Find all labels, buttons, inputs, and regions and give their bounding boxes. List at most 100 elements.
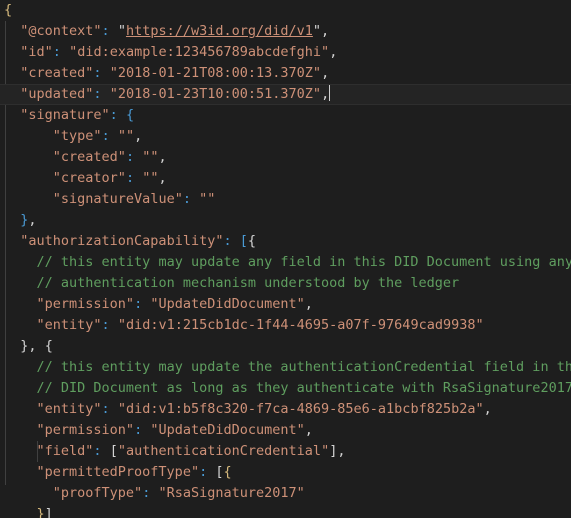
comment-authcap-0-line-2: // authentication mechanism understood b… [36,275,460,291]
key-signature: "signature" [20,107,110,123]
key-context: "@context" [20,23,102,39]
brace-open-authcap-1: { [44,338,53,354]
value-signature-creator: "" [142,170,159,186]
value-permission-1-text: UpdateDidDocument [158,422,297,438]
value-entity-1-text: did:v1:b5f8c320-f7ca-4869-85e6-a1bcbf825… [125,401,476,417]
value-updated-text: 2018-01-23T10:00:51.370Z [117,86,313,102]
key-signature-value: "signatureValue" [52,191,183,207]
brace-open-proof: { [223,464,232,480]
code-lines[interactable]: { "@context": "https://w3id.org/did/v1",… [0,0,571,518]
colon: : [101,128,110,144]
code-editor[interactable]: { "@context": "https://w3id.org/did/v1",… [0,0,571,518]
colon: : [199,464,208,480]
value-created: "2018-01-21T08:00:13.370Z" [109,65,322,81]
bracket-close-proof: ] [44,506,53,518]
comment-text: authentication mechanism understood by t… [60,275,460,291]
text-cursor [329,85,331,101]
code-line-19[interactable]: // DID Document as long as they authenti… [0,378,571,399]
value-signature-value: "" [199,191,216,207]
key-entity-0: "entity" [36,317,102,333]
comma: , [304,296,313,312]
value-id: "did:example:123456789abcdefghi" [69,44,330,60]
comma: , [321,86,330,102]
code-line-23[interactable]: "permittedProofType": [{ [0,462,571,483]
value-entity-0-text: did:v1:215cb1dc-1f44-4695-a07f-97649cad9… [125,317,476,333]
value-field-1-text: authenticationCredential [125,443,322,459]
value-field-1: "authenticationCredential" [117,443,330,459]
colon: : [142,485,151,501]
comment-text: this entity may update any field in this… [60,254,571,270]
code-line-2[interactable]: "@context": "https://w3id.org/did/v1", [0,21,571,42]
code-line-3[interactable]: "id": "did:example:123456789abcdefghi", [0,42,571,63]
key-created: "created" [20,65,94,81]
value-proof-type: "RsaSignature2017" [158,485,305,501]
comma: , [337,443,346,459]
key-permission-1: "permission" [36,422,135,438]
comma: , [134,128,143,144]
value-proof-type-text: RsaSignature2017 [166,485,297,501]
code-line-22[interactable]: "field": ["authenticationCredential"], [0,441,571,462]
code-line-4[interactable]: "created": "2018-01-21T08:00:13.370Z", [0,63,571,84]
code-line-1[interactable]: { [0,0,571,21]
key-signature-creator: "creator" [52,170,126,186]
quote: " [312,23,322,39]
key-proof-type: "proofType" [52,485,143,501]
key-signature-type: "type" [52,128,102,144]
comment-authcap-0-line-1: // this entity may update any field in t… [36,254,571,270]
value-updated: "2018-01-23T10:00:51.370Z" [109,86,322,102]
comma: , [321,65,330,81]
comment-text: DID Document as long as they authenticat… [60,380,571,396]
code-line-21[interactable]: "permission": "UpdateDidDocument", [0,420,571,441]
comma: , [158,170,167,186]
comma: , [28,338,37,354]
comma: , [483,401,492,417]
key-updated: "updated" [20,86,94,102]
key-permitted-proof-type: "permittedProofType" [36,464,200,480]
comment-authcap-1-line-2: // DID Document as long as they authenti… [36,380,571,396]
code-line-20[interactable]: "entity": "did:v1:b5f8c320-f7ca-4869-85e… [0,399,571,420]
code-line-25[interactable]: }] [0,504,571,518]
code-line-5-current[interactable]: "updated": "2018-01-23T10:00:51.370Z", [0,84,571,105]
value-entity-0: "did:v1:215cb1dc-1f44-4695-a07f-97649cad… [117,317,484,333]
code-line-14[interactable]: // authentication mechanism understood b… [0,273,571,294]
key-permission-0: "permission" [36,296,135,312]
key-authorization-capability: "authorizationCapability" [20,233,224,249]
colon: : [93,86,102,102]
colon: : [223,233,232,249]
context-url-link[interactable]: https://w3id.org/did/v1 [126,23,313,39]
value-signature-created: "" [142,149,159,165]
brace-open-signature: { [125,107,135,123]
key-field-1: "field" [36,443,94,459]
colon: : [93,65,102,81]
colon: : [101,23,110,39]
code-line-13[interactable]: // this entity may update any field in t… [0,252,571,273]
code-line-17[interactable]: }, { [0,336,571,357]
colon: : [182,191,191,207]
code-line-18[interactable]: // this entity may update the authentica… [0,357,571,378]
comma: , [321,23,330,39]
colon: : [101,401,110,417]
comment-authcap-1-line-1: // this entity may update the authentica… [37,359,571,375]
brace-open-authcap-0: { [247,233,257,249]
colon: : [134,296,143,312]
value-signature-type: "" [117,128,135,144]
code-line-10[interactable]: "signatureValue": "" [0,189,571,210]
code-line-7[interactable]: "type": "", [0,126,571,147]
value-created-text: 2018-01-21T08:00:13.370Z [117,65,313,81]
code-line-24[interactable]: "proofType": "RsaSignature2017" [0,483,571,504]
key-signature-created: "created" [52,149,126,165]
code-line-11[interactable]: }, [0,210,571,231]
code-line-8[interactable]: "created": "", [0,147,571,168]
bracket-open-field: [ [109,443,118,459]
quote: " [117,23,126,39]
colon: : [101,317,110,333]
code-line-6[interactable]: "signature": { [0,105,571,126]
code-line-12[interactable]: "authorizationCapability": [{ [0,231,571,252]
code-line-15[interactable]: "permission": "UpdateDidDocument", [0,294,571,315]
code-line-9[interactable]: "creator": "", [0,168,571,189]
comma: , [329,44,338,60]
code-line-16[interactable]: "entity": "did:v1:215cb1dc-1f44-4695-a07… [0,315,571,336]
colon: : [134,422,143,438]
colon: : [93,443,102,459]
value-permission-0: "UpdateDidDocument" [150,296,305,312]
